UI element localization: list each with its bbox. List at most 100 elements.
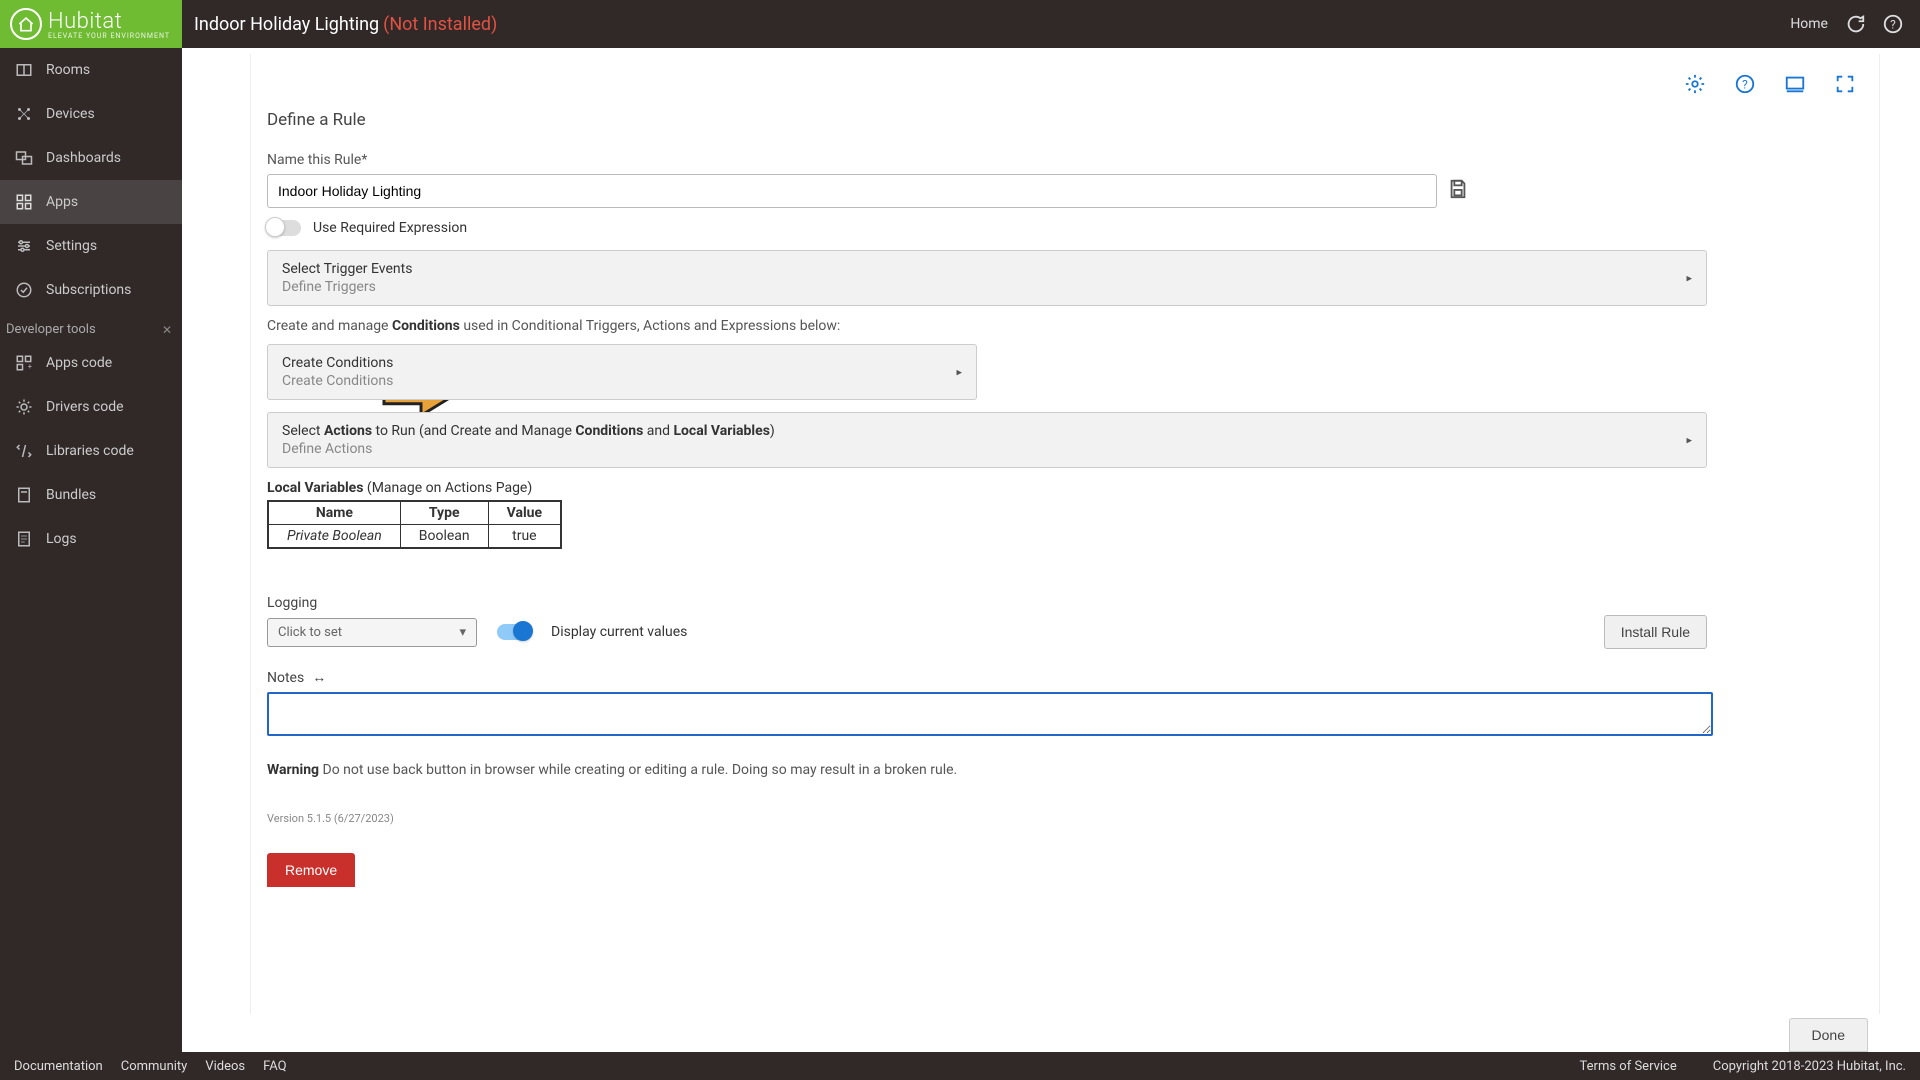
- local-vars-heading: Local Variables (Manage on Actions Page): [267, 480, 1863, 496]
- required-expression-label: Use Required Expression: [313, 220, 467, 236]
- version-text: Version 5.1.5 (6/27/2023): [267, 812, 1863, 825]
- install-rule-button[interactable]: Install Rule: [1604, 615, 1707, 649]
- bundles-icon: [14, 485, 34, 505]
- content-area: ? Define a Rule Name this Rule* Use Requ…: [182, 48, 1920, 1052]
- cell-name: Private Boolean: [268, 525, 400, 549]
- footer-link-tos[interactable]: Terms of Service: [1580, 1059, 1677, 1074]
- apps-code-icon: +: [14, 353, 34, 373]
- display-icon[interactable]: [1783, 72, 1807, 96]
- sidebar-item-label: Subscriptions: [46, 282, 131, 298]
- apps-icon: [14, 192, 34, 212]
- svg-text:?: ?: [1890, 18, 1896, 32]
- sidebar-item-label: Drivers code: [46, 399, 124, 415]
- brand-logo[interactable]: Hubitat ELEVATE YOUR ENVIRONMENT: [0, 0, 182, 48]
- panel-subtitle: Create Conditions: [282, 373, 962, 389]
- col-value: Value: [488, 501, 561, 525]
- footer-link-documentation[interactable]: Documentation: [14, 1059, 103, 1074]
- brand-tagline: ELEVATE YOUR ENVIRONMENT: [48, 32, 170, 40]
- fullscreen-icon[interactable]: [1833, 72, 1857, 96]
- brand-name: Hubitat: [48, 9, 122, 34]
- local-vars-table: Name Type Value Private Boolean Boolean …: [267, 500, 562, 549]
- svg-text:?: ?: [1742, 78, 1748, 92]
- install-status: (Not Installed): [383, 14, 497, 35]
- chevron-right-icon: ▸: [1686, 272, 1692, 285]
- footer-copyright: Copyright 2018-2023 Hubitat, Inc.: [1713, 1059, 1906, 1074]
- notes-heading: Notes ↔: [267, 669, 1863, 686]
- create-conditions-panel[interactable]: Create Conditions Create Conditions ▸: [267, 344, 977, 400]
- sidebar-item-label: Apps code: [46, 355, 112, 371]
- panel-subtitle: Define Actions: [282, 441, 1692, 457]
- sidebar-item-label: Settings: [46, 238, 97, 254]
- help-circle-icon[interactable]: ?: [1733, 72, 1757, 96]
- select-actions-panel[interactable]: Select Actions to Run (and Create and Ma…: [267, 412, 1707, 468]
- panel-title: Select Actions to Run (and Create and Ma…: [282, 423, 1692, 439]
- sidebar-item-label: Bundles: [46, 487, 96, 503]
- page-title: Indoor Holiday Lighting: [182, 14, 379, 35]
- sidebar-section-label: Developer tools: [6, 322, 96, 337]
- header-bar: Hubitat ELEVATE YOUR ENVIRONMENT Indoor …: [0, 0, 1920, 48]
- home-link[interactable]: Home: [1790, 16, 1828, 32]
- sidebar-item-rooms[interactable]: Rooms: [0, 48, 182, 92]
- sidebar-item-settings[interactable]: Settings: [0, 224, 182, 268]
- logging-dropdown[interactable]: Click to set ▾: [267, 618, 477, 647]
- chevron-down-icon: ▾: [459, 625, 466, 640]
- footer-link-community[interactable]: Community: [121, 1059, 188, 1074]
- footer-link-videos[interactable]: Videos: [205, 1059, 245, 1074]
- col-name: Name: [268, 501, 400, 525]
- logging-heading: Logging: [267, 595, 1863, 611]
- sidebar-item-apps[interactable]: Apps: [0, 180, 182, 224]
- footer-bar: Documentation Community Videos FAQ Terms…: [0, 1052, 1920, 1080]
- sidebar-item-logs[interactable]: Logs: [0, 517, 182, 561]
- sidebar-item-drivers-code[interactable]: Drivers code: [0, 385, 182, 429]
- logo-icon: [10, 8, 42, 40]
- footer-link-faq[interactable]: FAQ: [263, 1059, 286, 1074]
- sidebar-item-label: Logs: [46, 531, 77, 547]
- sidebar: Rooms Devices Dashboards Apps Settings S…: [0, 48, 182, 1052]
- chevron-right-icon: ▸: [956, 366, 962, 379]
- rooms-icon: [14, 60, 34, 80]
- libraries-code-icon: [14, 441, 34, 461]
- collapse-icon: ✕: [162, 323, 172, 337]
- devices-icon: [14, 104, 34, 124]
- sidebar-item-label: Dashboards: [46, 150, 121, 166]
- section-heading: Define a Rule: [267, 110, 1863, 130]
- remove-button[interactable]: Remove: [267, 853, 355, 887]
- name-label: Name this Rule*: [267, 152, 1863, 168]
- sidebar-section-developer[interactable]: Developer tools ✕: [0, 312, 182, 341]
- sidebar-item-label: Rooms: [46, 62, 90, 78]
- save-icon[interactable]: [1447, 178, 1469, 204]
- gear-icon[interactable]: [1683, 72, 1707, 96]
- display-values-label: Display current values: [551, 624, 687, 640]
- display-values-toggle[interactable]: [497, 624, 531, 640]
- subscriptions-icon: [14, 280, 34, 300]
- notes-textarea[interactable]: [267, 692, 1713, 736]
- trigger-events-panel[interactable]: Select Trigger Events Define Triggers ▸: [267, 250, 1707, 306]
- drivers-code-icon: [14, 397, 34, 417]
- sidebar-item-dashboards[interactable]: Dashboards: [0, 136, 182, 180]
- sidebar-item-subscriptions[interactable]: Subscriptions: [0, 268, 182, 312]
- dashboards-icon: [14, 148, 34, 168]
- warning-text: Warning Do not use back button in browse…: [267, 762, 1863, 778]
- required-expression-toggle[interactable]: [267, 220, 301, 236]
- sidebar-item-apps-code[interactable]: + Apps code: [0, 341, 182, 385]
- svg-text:+: +: [28, 362, 32, 371]
- chevron-right-icon: ▸: [1686, 434, 1692, 447]
- help-icon[interactable]: ?: [1882, 13, 1904, 35]
- sidebar-item-bundles[interactable]: Bundles: [0, 473, 182, 517]
- resize-icon: ↔: [312, 669, 326, 686]
- table-row: Private Boolean Boolean true: [268, 525, 561, 549]
- sidebar-item-libraries-code[interactable]: Libraries code: [0, 429, 182, 473]
- rule-name-input[interactable]: [267, 174, 1437, 208]
- sidebar-item-label: Devices: [46, 106, 95, 122]
- dropdown-value: Click to set: [278, 625, 342, 640]
- done-button[interactable]: Done: [1789, 1018, 1868, 1052]
- sidebar-item-label: Apps: [46, 194, 78, 210]
- settings-icon: [14, 236, 34, 256]
- messages-icon[interactable]: [1844, 13, 1866, 35]
- logs-icon: [14, 529, 34, 549]
- sidebar-item-label: Libraries code: [46, 443, 134, 459]
- cell-type: Boolean: [400, 525, 488, 549]
- panel-title: Select Trigger Events: [282, 261, 1692, 277]
- sidebar-item-devices[interactable]: Devices: [0, 92, 182, 136]
- table-header-row: Name Type Value: [268, 501, 561, 525]
